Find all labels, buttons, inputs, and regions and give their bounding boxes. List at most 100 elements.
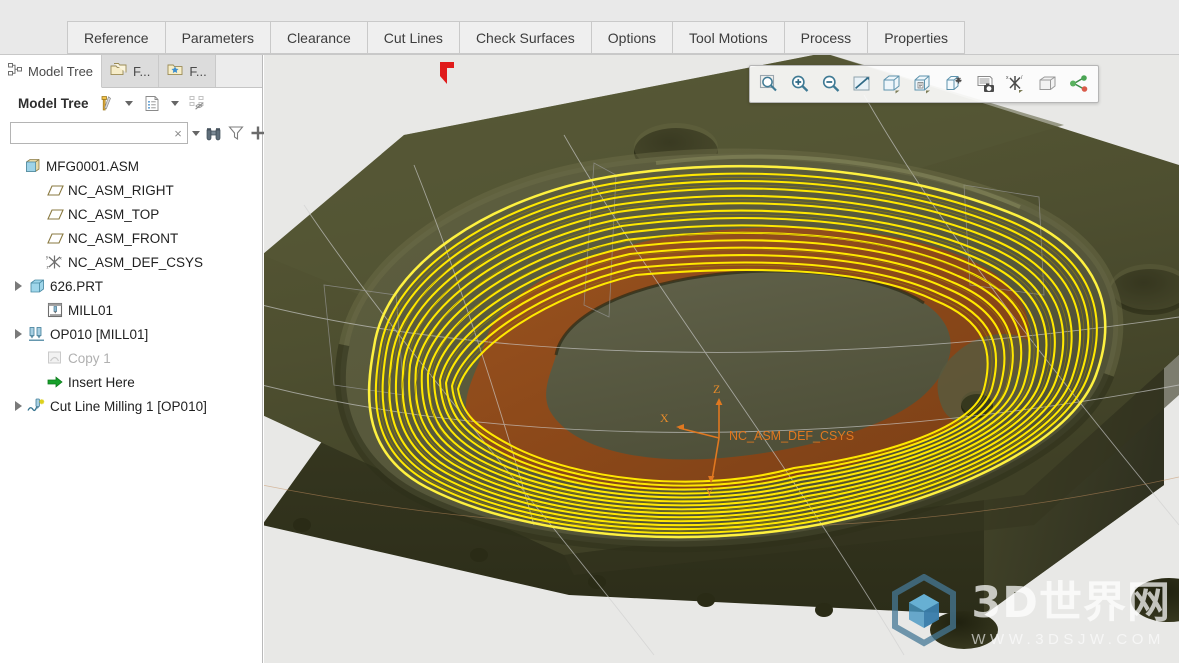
model-tree-toolbar: Model Tree <box>0 88 262 118</box>
perspective-view-icon[interactable] <box>1033 69 1063 99</box>
expander-toggle[interactable] <box>10 322 26 346</box>
tab-process[interactable]: Process <box>783 21 868 54</box>
binoculars-find-icon[interactable] <box>204 122 223 144</box>
search-input[interactable] <box>16 126 171 140</box>
funnel-filter-icon[interactable] <box>227 122 245 144</box>
repaint-icon[interactable] <box>847 69 877 99</box>
tree-item-label: NC_ASM_TOP <box>68 206 160 222</box>
tab-cut-lines[interactable]: Cut Lines <box>366 21 459 54</box>
tree-item-copy-feature[interactable]: Copy 1 <box>0 346 262 370</box>
coord-system-icon: y z x <box>44 251 66 273</box>
layer-snapshot-icon[interactable] <box>971 69 1001 99</box>
tree-item-label: MFG0001.ASM <box>46 158 140 174</box>
zoom-out-icon[interactable] <box>816 69 846 99</box>
part-icon <box>26 275 48 297</box>
svg-text:y: y <box>46 255 49 260</box>
datum-plane-icon <box>44 203 66 225</box>
expander <box>28 202 44 226</box>
tab-reference[interactable]: Reference <box>67 21 165 54</box>
view-manager-icon[interactable] <box>940 69 970 99</box>
datum-plane-icon <box>44 227 66 249</box>
folder-browser-icon <box>110 62 128 80</box>
expander <box>6 154 22 178</box>
cad-model-render <box>264 55 1179 663</box>
nav-tab-folder-browser-label: F... <box>133 63 151 79</box>
tab-check-surfaces[interactable]: Check Surfaces <box>458 21 591 54</box>
svg-text:/: / <box>1021 75 1023 81</box>
workcenter-mill-icon <box>44 299 66 321</box>
tree-item-cut-line-milling[interactable]: Cut Line Milling 1 [OP010] <box>0 394 262 418</box>
side-bolt-hole <box>697 593 715 607</box>
axis-label-x: X <box>660 411 669 425</box>
assembly-icon <box>22 155 44 177</box>
tree-filter-hidden-icon[interactable] <box>187 92 209 114</box>
nav-tab-folder-browser[interactable]: F... <box>102 55 160 87</box>
tree-item-label: MILL01 <box>68 302 114 318</box>
model-tree-display-caret[interactable] <box>169 93 181 113</box>
svg-text:x: x <box>1006 75 1009 81</box>
search-history-caret[interactable] <box>192 123 200 143</box>
tree-item-assembly[interactable]: MFG0001.ASM <box>0 154 262 178</box>
tab-clearance[interactable]: Clearance <box>269 21 367 54</box>
nav-tab-favorites[interactable]: F... <box>159 55 216 87</box>
tree-item-datum-right[interactable]: NC_ASM_RIGHT <box>0 178 262 202</box>
model-tree-title: Model Tree <box>18 95 89 111</box>
tree-columns-icon[interactable] <box>141 92 163 114</box>
tree-item-part[interactable]: 626.PRT <box>0 274 262 298</box>
tab-properties[interactable]: Properties <box>867 21 965 54</box>
expander <box>28 370 44 394</box>
cut-line-milling-icon <box>26 395 48 417</box>
tree-item-label: NC_ASM_RIGHT <box>68 182 174 198</box>
tools-hammer-screwdriver-icon[interactable] <box>95 92 117 114</box>
expander <box>28 250 44 274</box>
expander-toggle[interactable] <box>10 274 26 298</box>
zoom-box-icon[interactable] <box>754 69 784 99</box>
tree-item-coord-system[interactable]: y z x NC_ASM_DEF_CSYS <box>0 250 262 274</box>
tree-item-label: NC_ASM_DEF_CSYS <box>68 254 204 270</box>
expander <box>28 226 44 250</box>
model-tree-settings-caret[interactable] <box>123 93 135 113</box>
tab-parameters[interactable]: Parameters <box>164 21 270 54</box>
tree-item-workcenter[interactable]: MILL01 <box>0 298 262 322</box>
display-style-shaded-icon[interactable] <box>878 69 908 99</box>
zoom-in-icon[interactable] <box>785 69 815 99</box>
tree-item-label: NC_ASM_FRONT <box>68 230 179 246</box>
tree-item-label: Copy 1 <box>68 350 111 366</box>
corner-hole <box>930 611 998 649</box>
axis-label-y: Y <box>705 485 714 499</box>
tab-tool-motions[interactable]: Tool Motions <box>672 21 784 54</box>
tree-item-operation[interactable]: OP010 [MILL01] <box>0 322 262 346</box>
nav-tab-model-tree-label: Model Tree <box>28 63 94 79</box>
clear-search-icon[interactable]: × <box>171 126 185 141</box>
search-box[interactable]: × <box>10 122 188 144</box>
navigator-panel: Model Tree F... F... Model Tree × MFG000… <box>0 55 265 663</box>
nav-tab-favorites-label: F... <box>189 63 207 79</box>
svg-text:x: x <box>60 256 63 261</box>
graphics-toolbar: x / <box>749 65 1099 103</box>
expander-toggle[interactable] <box>10 394 26 418</box>
tree-item-datum-front[interactable]: NC_ASM_FRONT <box>0 226 262 250</box>
navigator-tab-row: Model Tree F... F... <box>0 55 262 88</box>
tree-item-datum-top[interactable]: NC_ASM_TOP <box>0 202 262 226</box>
expander <box>28 298 44 322</box>
operation-icon <box>26 323 48 345</box>
tree-item-label: 626.PRT <box>50 278 104 294</box>
tab-options[interactable]: Options <box>590 21 673 54</box>
saved-views-icon[interactable] <box>909 69 939 99</box>
model-tree-search-row: × <box>0 118 265 148</box>
csys-name-label: NC_ASM_DEF_CSYS <box>729 429 855 443</box>
side-bolt-hole <box>470 548 488 562</box>
tree-item-insert-here[interactable]: Insert Here <box>0 370 262 394</box>
dashboard-tab-bar: Reference Parameters Clearance Cut Lines… <box>0 0 1179 55</box>
datum-display-icon[interactable]: x / <box>1002 69 1032 99</box>
graphics-viewport[interactable]: Z X Y NC_ASM_DEF_CSYS x / 3D世界网 WWW.3DSJ… <box>264 55 1179 663</box>
nav-tab-model-tree[interactable]: Model Tree <box>0 55 103 88</box>
tree-item-label: Cut Line Milling 1 [OP010] <box>50 398 207 414</box>
side-bolt-hole <box>815 603 833 617</box>
tree-item-label: Insert Here <box>68 374 135 390</box>
application-window: Reference Parameters Clearance Cut Lines… <box>0 0 1179 663</box>
datum-plane-icon <box>44 179 66 201</box>
insert-arrow-icon <box>44 371 66 393</box>
annotation-display-icon[interactable] <box>1064 69 1094 99</box>
favorites-folder-icon <box>167 62 184 80</box>
